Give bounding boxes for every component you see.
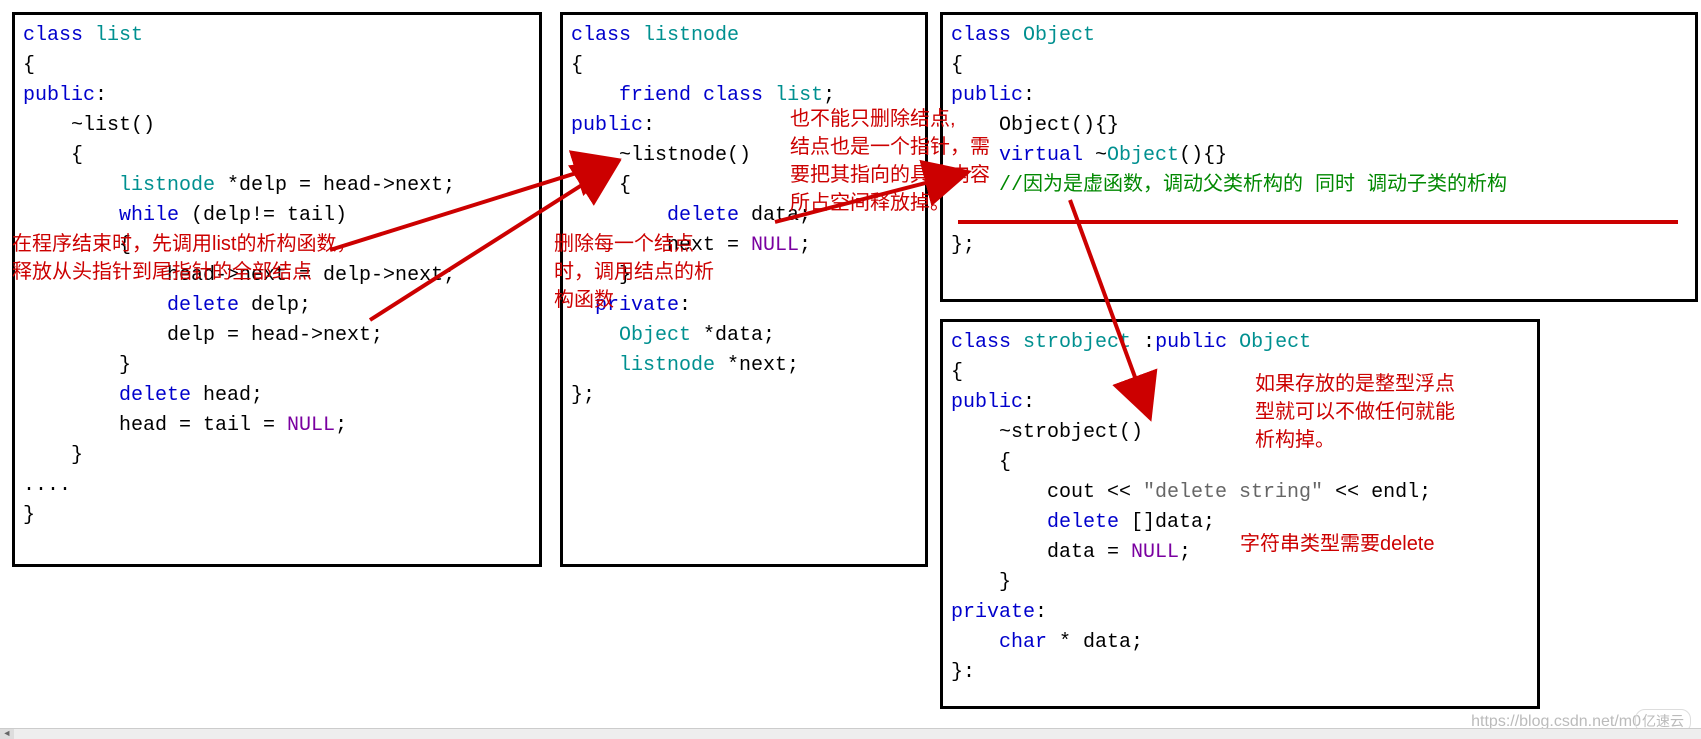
code-box-list: class list { public: ~list() { listnode …: [12, 12, 542, 567]
annotation-2: 删除每一个结点 时，调用结点的析 构函数: [554, 230, 714, 314]
annotation-3: 也不能只删除结点, 结点也是一个指针，需 要把其指向的具体内容 所占空间释放掉。: [790, 105, 990, 217]
annotation-5: 字符串类型需要delete: [1240, 530, 1435, 558]
horizontal-scrollbar[interactable]: ◄: [0, 728, 1701, 739]
annotation-4: 如果存放的是整型浮点 型就可以不做任何就能 析构掉。: [1255, 370, 1455, 454]
scroll-left-button[interactable]: ◄: [0, 729, 14, 739]
annotation-1: 在程序结束时，先调用list的析构函数， 释放从头指针到尾指针的全部结点: [12, 230, 356, 286]
red-underline: [958, 220, 1678, 224]
code-box-object: class Object { public: Object(){} virtua…: [940, 12, 1698, 302]
